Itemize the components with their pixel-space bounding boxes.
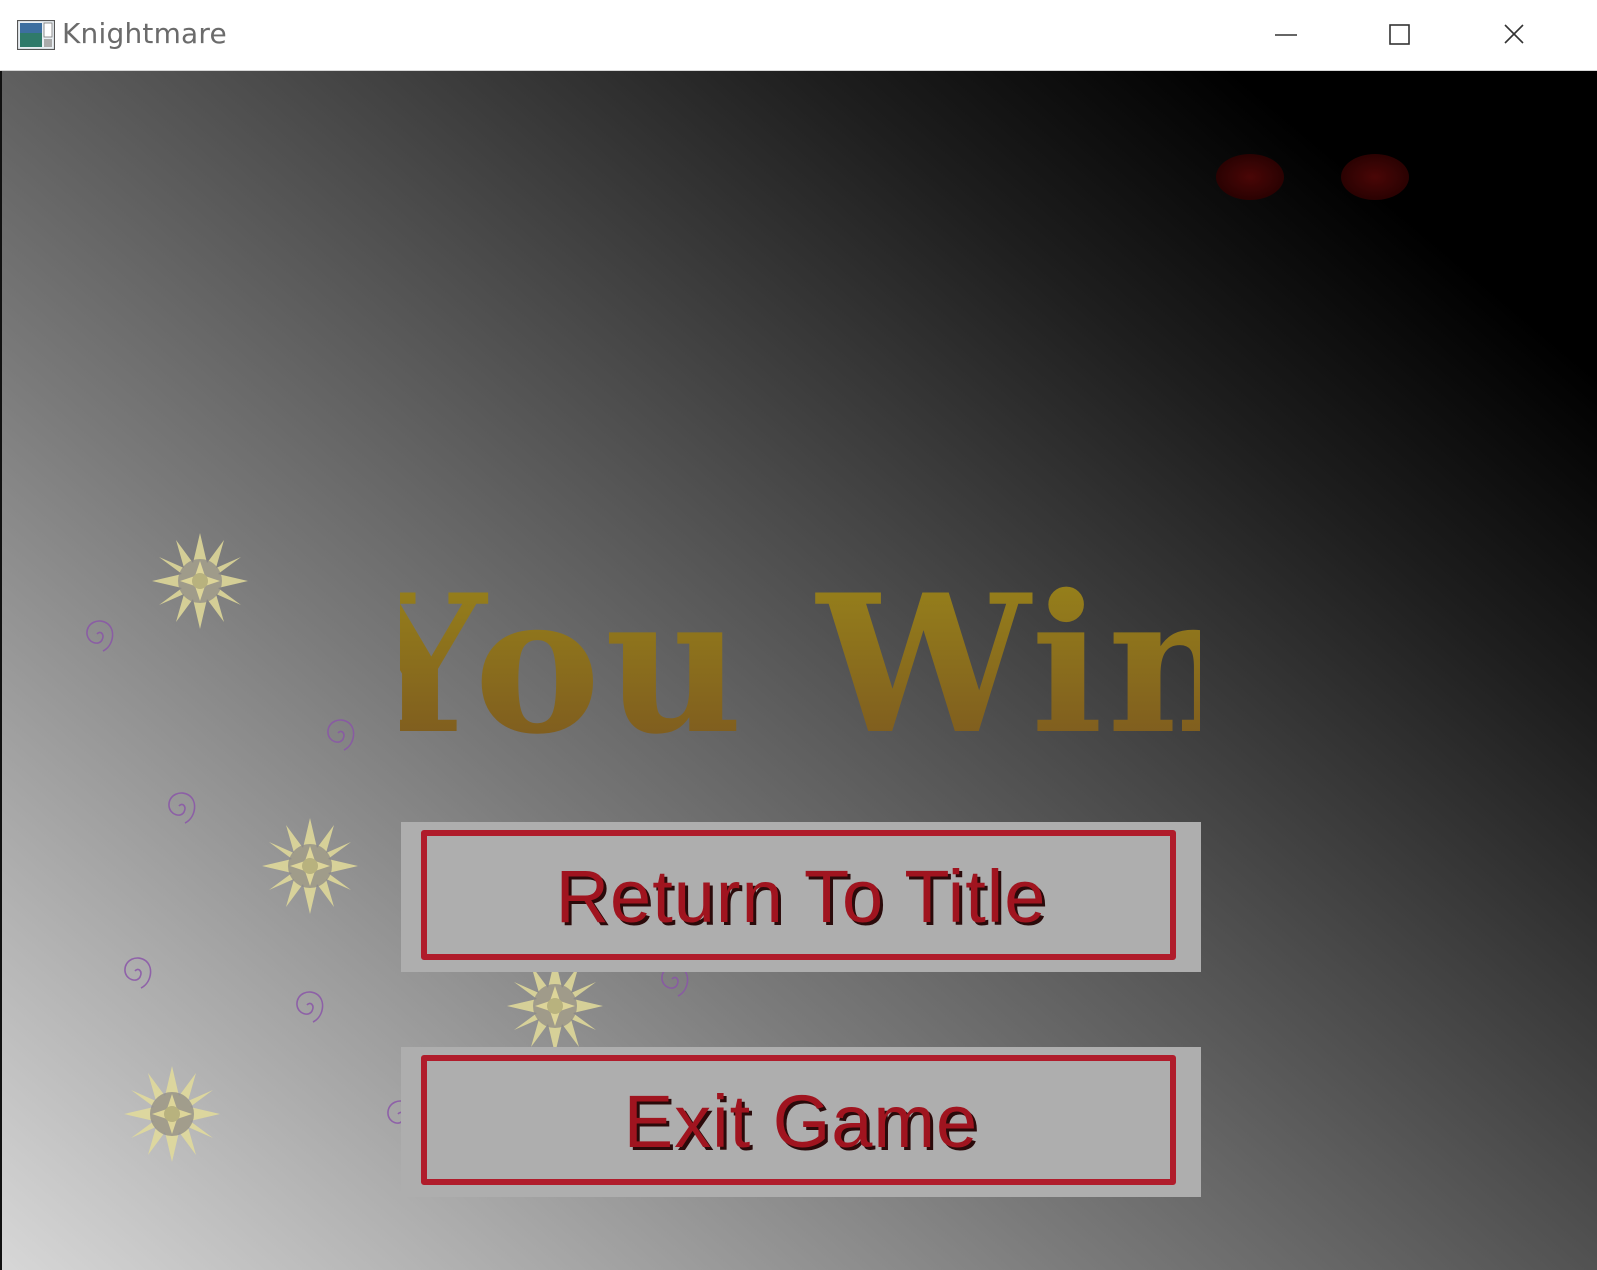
close-icon — [1504, 24, 1524, 44]
spiral-icon — [168, 792, 196, 824]
sunburst-icon — [152, 533, 248, 629]
sunburst-icon — [124, 1066, 220, 1162]
spiral-icon — [327, 719, 355, 751]
game-window: Knightmare You Win Return To Title Exit … — [0, 0, 1597, 1270]
minimize-button[interactable] — [1255, 0, 1365, 70]
spiral-icon — [296, 991, 324, 1023]
game-canvas[interactable]: You Win Return To Title Exit Game — [0, 71, 1597, 1270]
glowing-eye-right — [1341, 154, 1409, 200]
minimize-icon — [1275, 34, 1297, 36]
return-to-title-button[interactable]: Return To Title — [401, 822, 1201, 972]
exit-game-label: Exit Game — [623, 1080, 979, 1163]
glowing-eye-left — [1216, 154, 1284, 200]
sunburst-icon — [262, 818, 358, 914]
maximize-button[interactable] — [1370, 0, 1480, 70]
title-bar[interactable]: Knightmare — [0, 0, 1597, 71]
app-icon — [17, 20, 55, 50]
return-to-title-label: Return To Title — [555, 855, 1047, 938]
you-win-heading: You Win — [400, 571, 1200, 761]
spiral-icon — [124, 957, 152, 989]
sunburst-icon — [507, 958, 603, 1054]
window-title: Knightmare — [62, 17, 227, 50]
maximize-icon — [1389, 24, 1410, 45]
you-win-text: You Win — [400, 571, 1200, 761]
spiral-icon — [86, 620, 114, 652]
exit-game-button[interactable]: Exit Game — [401, 1047, 1201, 1197]
close-button[interactable] — [1485, 0, 1595, 70]
